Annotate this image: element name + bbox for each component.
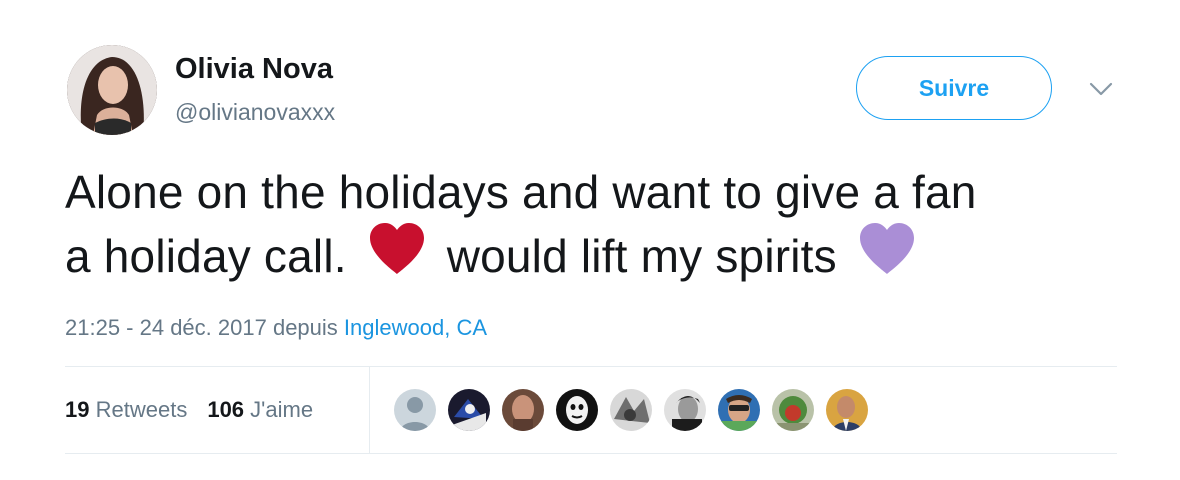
author-avatar[interactable] — [67, 45, 157, 135]
avatar-icon[interactable] — [500, 387, 546, 433]
red-heart-icon — [366, 220, 428, 292]
likers-avatars — [392, 387, 878, 433]
avatar-icon[interactable] — [446, 387, 492, 433]
avatar-icon[interactable] — [770, 387, 816, 433]
retweets-count: 19 — [65, 397, 90, 422]
tweet-fragment: would lift my spirits — [446, 230, 837, 283]
author-name[interactable]: Olivia Nova — [175, 52, 333, 86]
purple-heart-icon — [856, 220, 918, 292]
tweet-stats: 19 Retweets 106 J'aime — [65, 396, 313, 424]
tweet-line-2: a holiday call. would lift my spirits — [65, 223, 1145, 296]
avatar-icon[interactable] — [554, 387, 600, 433]
default-profile-icon[interactable] — [392, 387, 438, 433]
follow-button[interactable]: Suivre — [856, 56, 1052, 120]
stats-divider — [369, 367, 370, 453]
avatar-image — [67, 45, 157, 135]
likes-count: 106 — [207, 397, 245, 422]
author-handle[interactable]: @olivianovaxxx — [175, 98, 335, 126]
retweets-stat[interactable]: 19 Retweets — [65, 396, 187, 424]
tweet-text: Alone on the holidays and want to give a… — [65, 160, 1145, 296]
avatar-icon[interactable] — [824, 387, 870, 433]
avatar-icon[interactable] — [608, 387, 654, 433]
chevron-down-icon[interactable] — [1088, 78, 1114, 100]
depuis-label: depuis — [272, 315, 338, 340]
tweet-line-1: Alone on the holidays and want to give a… — [65, 166, 977, 218]
avatar-icon[interactable] — [662, 387, 708, 433]
avatar-icon[interactable] — [716, 387, 762, 433]
divider — [65, 453, 1117, 454]
tweet-fragment: a holiday call. — [65, 230, 347, 283]
location-link[interactable]: Inglewood, CA — [344, 315, 487, 340]
tweet-meta: 21:25 - 24 déc. 2017 depuis Inglewood, C… — [65, 314, 487, 342]
divider — [65, 366, 1117, 367]
likes-label: J'aime — [250, 397, 314, 422]
retweets-label: Retweets — [95, 397, 188, 422]
timestamp[interactable]: 21:25 - 24 déc. 2017 — [65, 315, 267, 340]
likes-stat[interactable]: 106 J'aime — [207, 396, 313, 424]
